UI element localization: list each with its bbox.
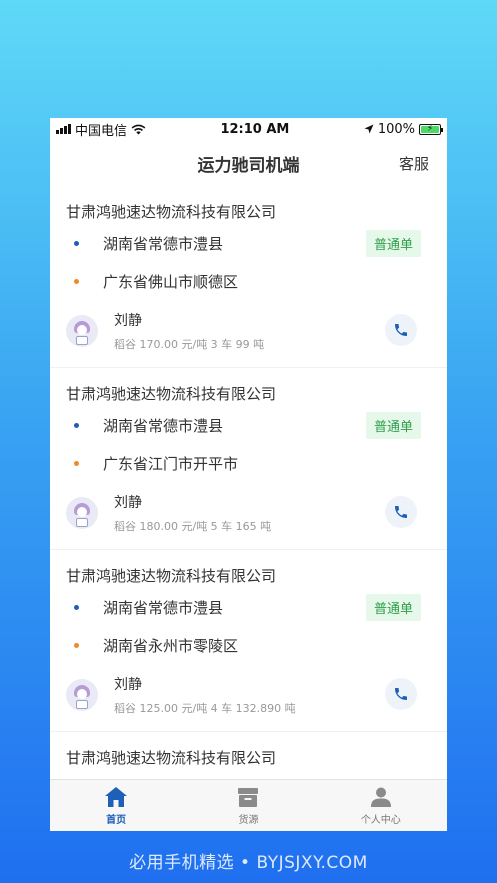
wifi-icon: [131, 124, 146, 134]
avatar: [66, 315, 98, 347]
location-arrow-icon: [364, 124, 374, 134]
cargo-details: 稻谷 180.00 元/吨 5 车 165 吨: [114, 520, 272, 533]
driver-row: 刘静 稻谷 180.00 元/吨 5 车 165 吨: [66, 488, 431, 538]
watermark-text: 必用手机精选 • BYJSJXY.COM: [129, 853, 368, 873]
call-button[interactable]: [385, 678, 417, 710]
status-time: 12:10 AM: [220, 121, 290, 137]
phone-icon: [395, 506, 407, 518]
origin-place: 湖南省常德市澧县: [103, 234, 224, 253]
carrier-label: 中国电信: [75, 123, 128, 139]
driver-name: 刘静: [114, 677, 142, 693]
battery-icon: ⚡: [419, 123, 443, 135]
origin-dot-icon: [74, 604, 79, 610]
origin-row: 湖南省常德市澧县 普通单: [66, 224, 431, 262]
status-left: 中国电信: [56, 120, 146, 139]
phone-icon: [395, 688, 407, 700]
tab-label: 首页: [106, 814, 127, 826]
page-title: 运力驰司机端: [197, 155, 300, 176]
order-type-badge: 普通单: [365, 594, 421, 621]
tab-label: 货源: [238, 814, 259, 826]
avatar: [66, 679, 98, 711]
cargo-details: 稻谷 170.00 元/吨 3 车 99 吨: [114, 338, 265, 351]
destination-dot-icon: [74, 642, 79, 648]
order-card[interactable]: 甘肃鸿驰速达物流科技有限公司: [50, 732, 447, 779]
destination-place: 广东省江门市开平市: [103, 454, 239, 473]
origin-row: 湖南省常德市澧县 普通单: [66, 406, 431, 444]
driver-row: 刘静 稻谷 170.00 元/吨 3 车 99 吨: [66, 306, 431, 356]
driver-row: 刘静 稻谷 125.00 元/吨 4 车 132.890 吨: [66, 670, 431, 720]
driver-info: 刘静 稻谷 125.00 元/吨 4 车 132.890 吨: [114, 674, 296, 716]
order-card[interactable]: 甘肃鸿驰速达物流科技有限公司 湖南省常德市澧县 普通单 广东省佛山市顺德区 刘静…: [50, 186, 447, 368]
phone-icon: [395, 324, 407, 336]
origin-row: 湖南省常德市澧县 普通单: [66, 588, 431, 626]
order-list[interactable]: 甘肃鸿驰速达物流科技有限公司 湖南省常德市澧县 普通单 广东省佛山市顺德区 刘静…: [50, 186, 447, 779]
destination-place: 广东省佛山市顺德区: [103, 272, 239, 291]
cargo-box-icon: [238, 787, 259, 807]
customer-service-button[interactable]: 客服: [399, 153, 429, 174]
order-type-badge: 普通单: [365, 230, 421, 257]
tab-bar: 首页 货源 个人中心: [50, 779, 447, 831]
status-bar: 中国电信 12:10 AM 100% ⚡: [50, 118, 447, 140]
origin-dot-icon: [74, 240, 79, 246]
destination-dot-icon: [74, 278, 79, 284]
destination-row: 广东省江门市开平市: [66, 444, 431, 482]
signal-icon: [56, 124, 71, 134]
company-name: 甘肃鸿驰速达物流科技有限公司: [66, 203, 277, 221]
navigation-bar: 运力驰司机端 客服: [50, 140, 447, 186]
destination-row: 广东省佛山市顺德区: [66, 262, 431, 300]
destination-place: 湖南省永州市零陵区: [103, 636, 239, 655]
driver-info: 刘静 稻谷 170.00 元/吨 3 车 99 吨: [114, 310, 264, 352]
company-name: 甘肃鸿驰速达物流科技有限公司: [66, 749, 277, 767]
phone-screen: 中国电信 12:10 AM 100% ⚡ 运力驰司机端 客服 甘肃鸿驰速达物流科…: [50, 118, 447, 831]
driver-name: 刘静: [114, 495, 142, 511]
battery-percent: 100%: [377, 121, 415, 137]
driver-name: 刘静: [114, 313, 142, 329]
driver-info: 刘静 稻谷 180.00 元/吨 5 车 165 吨: [114, 492, 271, 534]
person-icon: [370, 787, 391, 807]
home-icon: [105, 786, 128, 807]
call-button[interactable]: [385, 314, 417, 346]
destination-dot-icon: [74, 460, 79, 466]
destination-row: 湖南省永州市零陵区: [66, 626, 431, 664]
status-right: 100% ⚡: [364, 121, 443, 137]
origin-dot-icon: [74, 422, 79, 428]
company-name: 甘肃鸿驰速达物流科技有限公司: [66, 385, 277, 403]
order-card[interactable]: 甘肃鸿驰速达物流科技有限公司 湖南省常德市澧县 普通单 广东省江门市开平市 刘静…: [50, 368, 447, 550]
company-name: 甘肃鸿驰速达物流科技有限公司: [66, 567, 277, 585]
order-card[interactable]: 甘肃鸿驰速达物流科技有限公司 湖南省常德市澧县 普通单 湖南省永州市零陵区 刘静…: [50, 550, 447, 732]
origin-place: 湖南省常德市澧县: [103, 598, 224, 617]
order-type-badge: 普通单: [365, 412, 421, 439]
tab-cargo[interactable]: 货源: [182, 780, 314, 831]
tab-home[interactable]: 首页: [50, 780, 182, 831]
call-button[interactable]: [385, 496, 417, 528]
tab-label: 个人中心: [360, 814, 401, 826]
avatar: [66, 497, 98, 529]
tab-profile[interactable]: 个人中心: [315, 780, 447, 831]
cargo-details: 稻谷 125.00 元/吨 4 车 132.890 吨: [114, 702, 296, 715]
origin-place: 湖南省常德市澧县: [103, 416, 224, 435]
